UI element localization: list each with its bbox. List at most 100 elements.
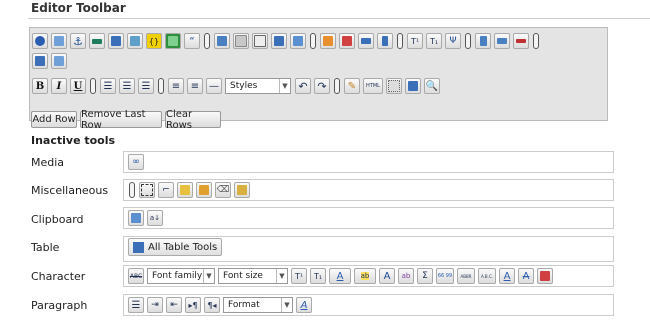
italic-button[interactable]: I bbox=[51, 78, 67, 94]
align-center-icon[interactable]: ☰ bbox=[119, 78, 135, 94]
superscript-icon[interactable]: T¹ bbox=[407, 33, 423, 49]
toolbar-separator bbox=[334, 78, 340, 94]
subscript-button[interactable]: T₁ bbox=[310, 268, 326, 284]
html-icon[interactable]: HTML bbox=[363, 78, 383, 94]
category-tools-miscellaneous: ⌐ ⌫ bbox=[123, 179, 614, 201]
paste-word-icon[interactable] bbox=[271, 33, 287, 49]
strike-a-button[interactable]: A bbox=[518, 268, 534, 284]
toolbar-row-1: ⚓ {} “ T¹ T₁ Ψ bbox=[32, 31, 543, 51]
rtl-icon[interactable]: ¶◂ bbox=[204, 297, 220, 313]
toolbar-separator bbox=[310, 33, 316, 49]
bullet-list-icon[interactable]: ≡ bbox=[168, 78, 184, 94]
layers-icon[interactable] bbox=[196, 182, 212, 198]
horizontal-line-icon[interactable]: — bbox=[206, 78, 222, 94]
align-right-icon[interactable]: ☰ bbox=[138, 78, 154, 94]
special-char-icon[interactable] bbox=[537, 268, 553, 284]
remove-last-row-button[interactable]: Remove Last Row bbox=[80, 109, 162, 131]
subscript-icon[interactable]: T₁ bbox=[426, 33, 442, 49]
clean-icon[interactable]: ✎ bbox=[344, 78, 360, 94]
table-icon[interactable] bbox=[32, 53, 48, 69]
editor-toolbar: ⚓ {} “ T¹ T₁ Ψ B I U ☰ ☰ ☰ ≡ ≡ — Styles … bbox=[29, 27, 608, 121]
merge-cells-icon[interactable]: Ψ bbox=[445, 33, 461, 49]
insert-field-icon[interactable] bbox=[339, 33, 355, 49]
insert-form-icon[interactable] bbox=[320, 33, 336, 49]
copy-icon[interactable] bbox=[252, 33, 268, 49]
find-replace-icon[interactable]: a↓ bbox=[147, 210, 163, 226]
edit-link-icon[interactable] bbox=[108, 33, 124, 49]
clear-rows-button[interactable]: Clear Rows bbox=[165, 109, 221, 131]
case-button[interactable]: A bbox=[379, 268, 395, 284]
all-table-tools-label: All Table Tools bbox=[148, 241, 218, 253]
color-picker-icon[interactable] bbox=[127, 33, 143, 49]
layer-icon[interactable] bbox=[177, 182, 193, 198]
numbered-list-icon[interactable]: ≡ bbox=[187, 78, 203, 94]
bold-button[interactable]: B bbox=[32, 78, 48, 94]
acronym-label: A.B.C. bbox=[480, 273, 494, 279]
font-family-dropdown[interactable]: Font family ▼ bbox=[147, 268, 215, 284]
toolbar-row-2: B I U ☰ ☰ ☰ ≡ ≡ — Styles ▼ ↶ ↷ ✎ HTML 🔍 bbox=[32, 76, 443, 96]
quote-label: 66 99 bbox=[437, 273, 453, 279]
insert-cell-icon[interactable] bbox=[494, 33, 510, 49]
title-divider bbox=[28, 18, 650, 19]
justify-icon[interactable]: ☰ bbox=[128, 297, 144, 313]
highlight-button[interactable]: ab bbox=[354, 268, 376, 284]
spell-check-icon[interactable] bbox=[32, 33, 48, 49]
preview-icon[interactable] bbox=[405, 78, 421, 94]
font-color-button[interactable]: A bbox=[329, 268, 351, 284]
underline-a-button[interactable]: A bbox=[499, 268, 515, 284]
subscript-label: T₁ bbox=[313, 271, 323, 281]
template-icon[interactable] bbox=[386, 78, 402, 94]
format-dropdown[interactable]: Format ▼ bbox=[223, 297, 293, 313]
anchor-icon[interactable]: ⚓ bbox=[70, 33, 86, 49]
quote-button[interactable]: 66 99 bbox=[436, 268, 454, 284]
folder-icon[interactable] bbox=[234, 182, 250, 198]
abbr-label: ABBR bbox=[460, 273, 472, 279]
chevron-down-icon: ▼ bbox=[281, 298, 292, 312]
outdent-icon[interactable]: ⇤ bbox=[166, 297, 182, 313]
strikethrough-abc-icon[interactable]: ABC bbox=[128, 268, 144, 284]
table-column-icon[interactable] bbox=[377, 33, 393, 49]
blockquote-icon[interactable]: “ bbox=[184, 33, 200, 49]
font-size-dropdown[interactable]: Font size ▼ bbox=[218, 268, 288, 284]
font-color-label: A bbox=[336, 270, 344, 282]
web-widget-icon[interactable] bbox=[51, 33, 67, 49]
acronym-button[interactable]: A.B.C. bbox=[478, 268, 496, 284]
select-all-icon[interactable] bbox=[139, 182, 155, 198]
media-link-icon[interactable]: ∞ bbox=[128, 154, 144, 170]
paste-clipboard-icon[interactable] bbox=[128, 210, 144, 226]
styles-dropdown-label: Styles bbox=[230, 81, 258, 91]
horizontal-rule-icon[interactable] bbox=[89, 33, 105, 49]
superscript-button[interactable]: T¹ bbox=[291, 268, 307, 284]
search-icon[interactable]: 🔍 bbox=[424, 78, 440, 94]
abbr-button[interactable]: ABBR bbox=[457, 268, 475, 284]
delete-cell-icon[interactable] bbox=[513, 33, 529, 49]
table-row-icon[interactable] bbox=[358, 33, 374, 49]
ltr-icon[interactable]: ▸¶ bbox=[185, 297, 201, 313]
toolbar-separator[interactable] bbox=[129, 182, 135, 198]
toolbar-separator bbox=[90, 78, 96, 94]
category-tools-media: ∞ bbox=[123, 151, 614, 173]
text-style-icon[interactable]: A bbox=[296, 297, 312, 313]
underline-button[interactable]: U bbox=[70, 78, 86, 94]
eraser-icon[interactable]: ⌫ bbox=[215, 182, 231, 198]
indent-icon[interactable]: ⇥ bbox=[147, 297, 163, 313]
category-tools-clipboard: a↓ bbox=[123, 207, 614, 229]
image-icon[interactable] bbox=[165, 33, 181, 49]
table-grid-icon[interactable] bbox=[51, 53, 67, 69]
page-title: Editor Toolbar bbox=[31, 1, 126, 15]
undo-icon[interactable]: ↶ bbox=[295, 78, 311, 94]
spellcheck-ab-icon[interactable]: ab bbox=[398, 268, 414, 284]
redo-icon[interactable]: ↷ bbox=[314, 78, 330, 94]
add-row-button[interactable]: Add Row bbox=[31, 111, 77, 128]
paste-text-icon[interactable] bbox=[214, 33, 230, 49]
align-left-icon[interactable]: ☰ bbox=[100, 78, 116, 94]
sigma-button[interactable]: Σ bbox=[417, 268, 433, 284]
styles-dropdown[interactable]: Styles ▼ bbox=[225, 78, 291, 94]
all-table-tools-button[interactable]: All Table Tools bbox=[128, 238, 223, 256]
source-code-icon[interactable]: {} bbox=[146, 33, 162, 49]
crop-icon[interactable]: ⌐ bbox=[158, 182, 174, 198]
split-cells-icon[interactable] bbox=[475, 33, 491, 49]
toolbar-separator bbox=[397, 33, 403, 49]
paste-special-icon[interactable] bbox=[290, 33, 306, 49]
paste-icon[interactable] bbox=[233, 33, 249, 49]
